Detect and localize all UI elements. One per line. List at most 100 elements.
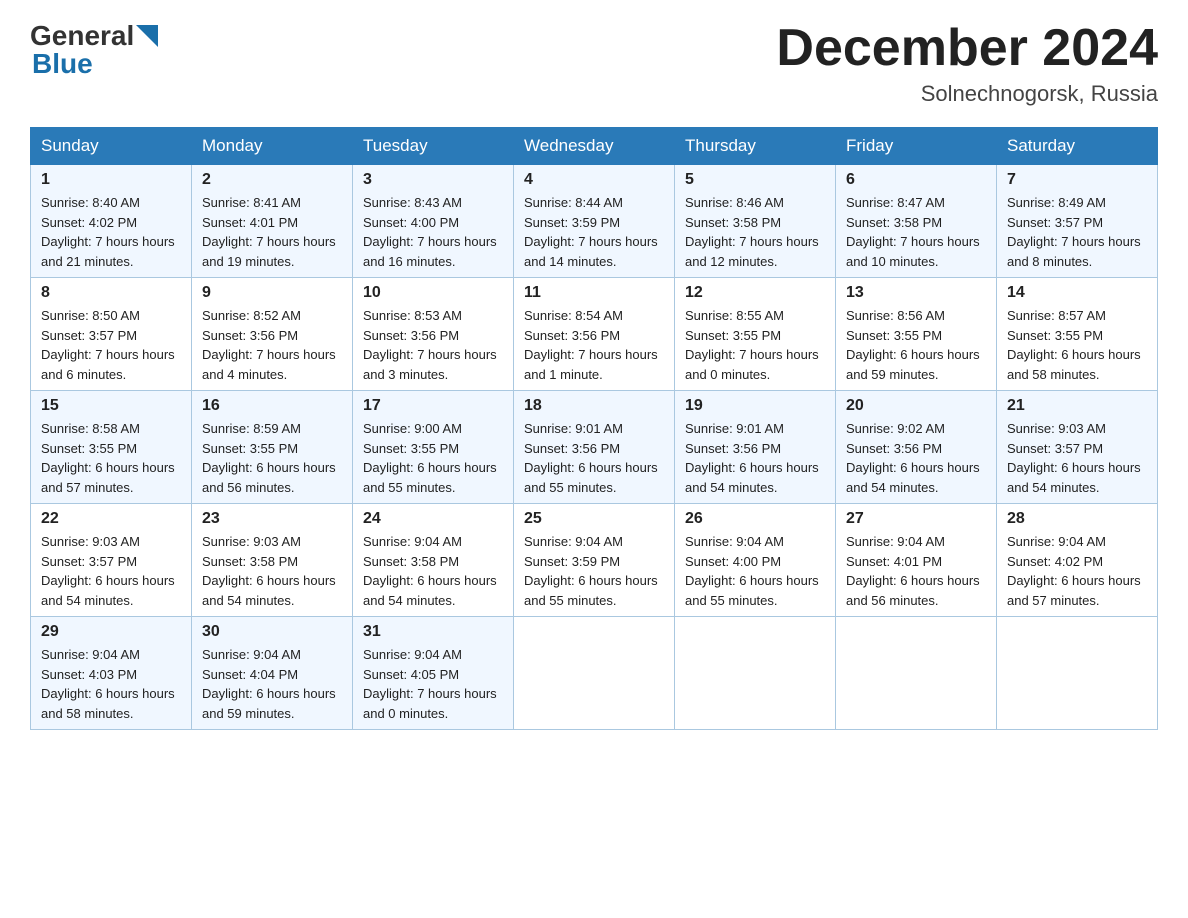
header-monday: Monday [192,128,353,165]
day-info: Sunrise: 9:04 AMSunset: 3:59 PMDaylight:… [524,532,664,610]
calendar-cell: 16 Sunrise: 8:59 AMSunset: 3:55 PMDayligh… [192,391,353,504]
header-sunday: Sunday [31,128,192,165]
day-info: Sunrise: 8:47 AMSunset: 3:58 PMDaylight:… [846,193,986,271]
day-number: 2 [202,171,342,189]
calendar-cell: 28Sunrise: 9:04 AMSunset: 4:02 PMDayligh… [997,504,1158,617]
day-info: Sunrise: 9:01 AMSunset: 3:56 PMDaylight:… [524,419,664,497]
title-section: December 2024 Solnechnogorsk, Russia [776,20,1158,107]
location-title: Solnechnogorsk, Russia [776,81,1158,107]
day-number: 23 [202,510,342,528]
day-number: 30 [202,623,342,641]
calendar-cell: 7 Sunrise: 8:49 AMSunset: 3:57 PMDaylight… [997,165,1158,278]
day-info: Sunrise: 8:50 AMSunset: 3:57 PMDaylight:… [41,306,181,384]
header-friday: Friday [836,128,997,165]
day-info: Sunrise: 9:04 AMSunset: 3:58 PMDaylight:… [363,532,503,610]
calendar-cell [675,617,836,730]
calendar-cell: 29Sunrise: 9:04 AMSunset: 4:03 PMDayligh… [31,617,192,730]
day-info: Sunrise: 9:04 AMSunset: 4:02 PMDaylight:… [1007,532,1147,610]
day-info: Sunrise: 9:03 AMSunset: 3:57 PMDaylight:… [1007,419,1147,497]
day-number: 18 [524,397,664,415]
header-thursday: Thursday [675,128,836,165]
calendar-cell: 14 Sunrise: 8:57 AMSunset: 3:55 PMDayligh… [997,278,1158,391]
calendar-cell: 9 Sunrise: 8:52 AMSunset: 3:56 PMDaylight… [192,278,353,391]
day-number: 24 [363,510,503,528]
calendar-cell: 6Sunrise: 8:47 AMSunset: 3:58 PMDaylight… [836,165,997,278]
day-info: Sunrise: 9:03 AMSunset: 3:57 PMDaylight:… [41,532,181,610]
day-info: Sunrise: 8:56 AMSunset: 3:55 PMDaylight:… [846,306,986,384]
calendar-cell: 13 Sunrise: 8:56 AMSunset: 3:55 PMDayligh… [836,278,997,391]
calendar-cell: 20 Sunrise: 9:02 AMSunset: 3:56 PMDayligh… [836,391,997,504]
calendar-week-row: 1 Sunrise: 8:40 AMSunset: 4:02 PMDaylight… [31,165,1158,278]
day-number: 22 [41,510,181,528]
calendar-cell: 23 Sunrise: 9:03 AMSunset: 3:58 PMDayligh… [192,504,353,617]
day-number: 1 [41,171,181,189]
day-number: 20 [846,397,986,415]
calendar-cell: 11 Sunrise: 8:54 AMSunset: 3:56 PMDayligh… [514,278,675,391]
day-number: 14 [1007,284,1147,302]
calendar-cell [514,617,675,730]
day-number: 25 [524,510,664,528]
day-number: 9 [202,284,342,302]
day-info: Sunrise: 8:44 AMSunset: 3:59 PMDaylight:… [524,193,664,271]
header-wednesday: Wednesday [514,128,675,165]
day-number: 17 [363,397,503,415]
day-info: Sunrise: 9:04 AMSunset: 4:01 PMDaylight:… [846,532,986,610]
day-info: Sunrise: 8:54 AMSunset: 3:56 PMDaylight:… [524,306,664,384]
day-number: 8 [41,284,181,302]
calendar-cell [836,617,997,730]
calendar-cell: 3Sunrise: 8:43 AMSunset: 4:00 PMDaylight… [353,165,514,278]
day-info: Sunrise: 9:04 AMSunset: 4:04 PMDaylight:… [202,645,342,723]
calendar-cell: 5 Sunrise: 8:46 AMSunset: 3:58 PMDaylight… [675,165,836,278]
day-info: Sunrise: 9:00 AMSunset: 3:55 PMDaylight:… [363,419,503,497]
day-number: 13 [846,284,986,302]
calendar-week-row: 22 Sunrise: 9:03 AMSunset: 3:57 PMDayligh… [31,504,1158,617]
calendar-cell: 4 Sunrise: 8:44 AMSunset: 3:59 PMDaylight… [514,165,675,278]
day-number: 16 [202,397,342,415]
day-info: Sunrise: 8:58 AMSunset: 3:55 PMDaylight:… [41,419,181,497]
calendar-cell: 17 Sunrise: 9:00 AMSunset: 3:55 PMDayligh… [353,391,514,504]
day-number: 27 [846,510,986,528]
calendar-cell: 18 Sunrise: 9:01 AMSunset: 3:56 PMDayligh… [514,391,675,504]
month-title: December 2024 [776,20,1158,77]
day-info: Sunrise: 8:46 AMSunset: 3:58 PMDaylight:… [685,193,825,271]
day-number: 21 [1007,397,1147,415]
calendar-cell: 22 Sunrise: 9:03 AMSunset: 3:57 PMDayligh… [31,504,192,617]
calendar-cell: 31Sunrise: 9:04 AMSunset: 4:05 PMDayligh… [353,617,514,730]
day-info: Sunrise: 9:03 AMSunset: 3:58 PMDaylight:… [202,532,342,610]
logo-arrow-icon [136,25,158,47]
day-number: 19 [685,397,825,415]
day-info: Sunrise: 9:04 AMSunset: 4:03 PMDaylight:… [41,645,181,723]
day-info: Sunrise: 8:49 AMSunset: 3:57 PMDaylight:… [1007,193,1147,271]
header-tuesday: Tuesday [353,128,514,165]
day-number: 12 [685,284,825,302]
day-number: 5 [685,171,825,189]
day-info: Sunrise: 9:02 AMSunset: 3:56 PMDaylight:… [846,419,986,497]
day-info: Sunrise: 8:59 AMSunset: 3:55 PMDaylight:… [202,419,342,497]
logo: General Blue [30,20,158,80]
calendar-cell: 15 Sunrise: 8:58 AMSunset: 3:55 PMDayligh… [31,391,192,504]
calendar-cell: 19Sunrise: 9:01 AMSunset: 3:56 PMDayligh… [675,391,836,504]
calendar-cell: 25 Sunrise: 9:04 AMSunset: 3:59 PMDayligh… [514,504,675,617]
day-info: Sunrise: 9:04 AMSunset: 4:00 PMDaylight:… [685,532,825,610]
day-number: 4 [524,171,664,189]
calendar-cell: 8 Sunrise: 8:50 AMSunset: 3:57 PMDaylight… [31,278,192,391]
calendar-cell: 12Sunrise: 8:55 AMSunset: 3:55 PMDayligh… [675,278,836,391]
day-info: Sunrise: 8:52 AMSunset: 3:56 PMDaylight:… [202,306,342,384]
calendar-cell: 26 Sunrise: 9:04 AMSunset: 4:00 PMDayligh… [675,504,836,617]
calendar-cell: 24 Sunrise: 9:04 AMSunset: 3:58 PMDayligh… [353,504,514,617]
calendar-cell: 27 Sunrise: 9:04 AMSunset: 4:01 PMDayligh… [836,504,997,617]
day-number: 15 [41,397,181,415]
calendar-cell: 21 Sunrise: 9:03 AMSunset: 3:57 PMDayligh… [997,391,1158,504]
day-info: Sunrise: 8:57 AMSunset: 3:55 PMDaylight:… [1007,306,1147,384]
calendar-cell: 30 Sunrise: 9:04 AMSunset: 4:04 PMDayligh… [192,617,353,730]
day-number: 26 [685,510,825,528]
day-info: Sunrise: 8:40 AMSunset: 4:02 PMDaylight:… [41,193,181,271]
logo-blue-text: Blue [32,48,93,80]
calendar-header-row: SundayMondayTuesdayWednesdayThursdayFrid… [31,128,1158,165]
header-saturday: Saturday [997,128,1158,165]
calendar-week-row: 8 Sunrise: 8:50 AMSunset: 3:57 PMDaylight… [31,278,1158,391]
page-header: General Blue December 2024 Solnechnogors… [30,20,1158,107]
day-info: Sunrise: 9:04 AMSunset: 4:05 PMDaylight:… [363,645,503,723]
day-number: 7 [1007,171,1147,189]
day-number: 11 [524,284,664,302]
